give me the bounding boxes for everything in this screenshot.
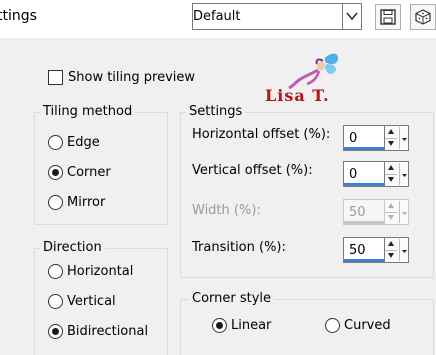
transition-slider-bar[interactable] <box>344 259 384 262</box>
tiling-edge-radio[interactable] <box>48 135 63 150</box>
direction-vertical-radio[interactable] <box>48 294 63 309</box>
horizontal-offset-input[interactable]: 0 <box>343 125 385 151</box>
corner-style-title: Corner style <box>189 291 275 306</box>
transition-input[interactable]: 50 <box>343 237 385 263</box>
tiling-edge-label: Edge <box>67 135 100 150</box>
vertical-offset-spinner[interactable] <box>384 161 409 187</box>
width-spinner <box>384 199 409 225</box>
direction-vertical-label: Vertical <box>67 294 116 309</box>
spin-down-icon <box>385 212 397 224</box>
width-value: 50 <box>349 205 366 220</box>
save-icon <box>380 9 396 25</box>
preset-value: Default <box>193 9 241 24</box>
direction-title: Direction <box>40 240 105 255</box>
vertical-offset-label: Vertical offset (%): <box>192 163 313 178</box>
spin-down-icon[interactable] <box>385 138 397 150</box>
tiling-mirror-label: Mirror <box>67 195 106 210</box>
transition-spinner[interactable] <box>384 237 409 263</box>
show-tiling-preview-label: Show tiling preview <box>68 70 196 85</box>
direction-horizontal-radio[interactable] <box>48 264 63 279</box>
direction-bidirectional-radio[interactable] <box>48 324 63 339</box>
slider-popup-icon <box>399 201 409 223</box>
spin-down-icon[interactable] <box>385 174 397 186</box>
horizontal-offset-value: 0 <box>349 131 358 146</box>
corner-curved-label: Curved <box>344 318 391 333</box>
width-input: 50 <box>343 199 385 225</box>
direction-horizontal-label: Horizontal <box>67 264 134 279</box>
horizontal-offset-spinner[interactable] <box>384 125 409 151</box>
corner-curved-radio[interactable] <box>325 318 340 333</box>
spin-down-icon[interactable] <box>385 250 397 262</box>
transition-value: 50 <box>349 243 366 258</box>
vertical-offset-slider-bar[interactable] <box>344 183 384 186</box>
window-title: ttings <box>0 8 37 24</box>
tiling-method-title: Tiling method <box>40 104 136 119</box>
settings-title: Settings <box>186 104 246 119</box>
horizontal-offset-slider-bar[interactable] <box>344 147 384 150</box>
preset-dropdown[interactable]: Default <box>192 3 362 30</box>
dice-icon <box>415 9 431 25</box>
direction-bidirectional-label: Bidirectional <box>67 324 149 339</box>
horizontal-offset-label: Horizontal offset (%): <box>192 127 331 142</box>
vertical-offset-value: 0 <box>349 167 358 182</box>
width-label: Width (%): <box>192 203 261 218</box>
corner-linear-radio[interactable] <box>212 318 227 333</box>
slider-popup-icon[interactable] <box>399 127 409 149</box>
transition-label: Transition (%): <box>192 240 286 255</box>
watermark-text: Lisa T. <box>265 86 330 105</box>
tiling-mirror-radio[interactable] <box>48 195 63 210</box>
save-preset-button[interactable] <box>375 4 401 30</box>
show-tiling-preview-checkbox[interactable] <box>48 70 63 85</box>
tiling-corner-radio[interactable] <box>48 165 63 180</box>
randomize-button[interactable] <box>410 4 436 30</box>
vertical-offset-input[interactable]: 0 <box>343 161 385 187</box>
corner-linear-label: Linear <box>231 318 272 333</box>
slider-popup-icon[interactable] <box>399 163 409 185</box>
chevron-down-icon[interactable] <box>342 4 361 29</box>
tiling-corner-label: Corner <box>67 165 111 180</box>
title-bar: ttings Default <box>0 0 436 38</box>
width-slider-bar <box>344 221 384 224</box>
slider-popup-icon[interactable] <box>399 239 409 261</box>
